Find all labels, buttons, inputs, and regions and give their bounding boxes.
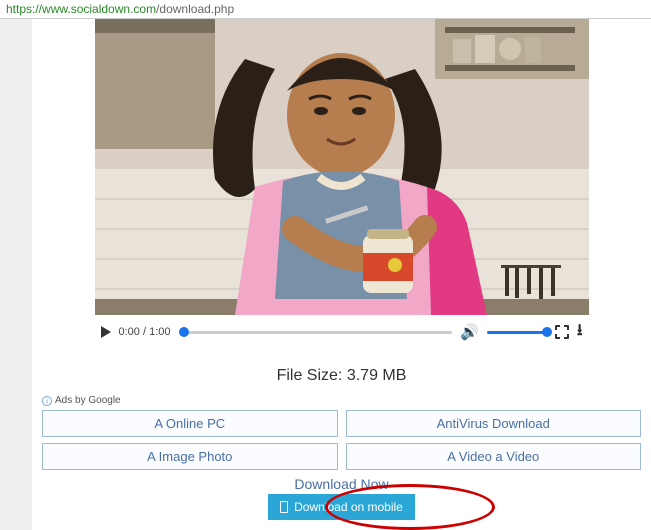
- download-now-link[interactable]: Download Now: [32, 476, 651, 492]
- time-display: 0:00 / 1:00: [119, 326, 171, 338]
- page-outer: 0:00 / 1:00 🔊 ⭳ File Size: 3.79 MB i Ads…: [0, 19, 651, 530]
- seek-bar[interactable]: [179, 331, 453, 334]
- download-icon[interactable]: ⭳: [577, 319, 583, 346]
- ad-button-grid: A Online PC AntiVirus Download A Image P…: [32, 410, 651, 470]
- ad-button-video[interactable]: A Video a Video: [346, 443, 642, 470]
- volume-icon[interactable]: 🔊: [460, 323, 479, 341]
- mobile-button-label: Download on mobile: [294, 500, 403, 514]
- video-controls: 0:00 / 1:00 🔊 ⭳: [95, 315, 589, 349]
- ad-button-image-photo[interactable]: A Image Photo: [42, 443, 338, 470]
- ads-by-google-label: i Ads by Google: [32, 395, 651, 406]
- duration: 1:00: [149, 326, 170, 338]
- video-player: 0:00 / 1:00 🔊 ⭳: [95, 19, 589, 349]
- fullscreen-icon[interactable]: [555, 325, 569, 339]
- mobile-button-area: Download on mobile: [32, 494, 651, 520]
- ad-button-antivirus[interactable]: AntiVirus Download: [346, 410, 642, 437]
- play-icon[interactable]: [101, 326, 111, 338]
- info-icon: i: [42, 396, 52, 406]
- ad-button-online-pc[interactable]: A Online PC: [42, 410, 338, 437]
- current-time: 0:00: [119, 326, 140, 338]
- url-host: www.socialdown.com: [42, 2, 156, 16]
- ads-label-text: Ads by Google: [55, 395, 121, 406]
- url-protocol: https://: [6, 2, 42, 16]
- main-content: 0:00 / 1:00 🔊 ⭳ File Size: 3.79 MB i Ads…: [32, 19, 651, 530]
- download-on-mobile-button[interactable]: Download on mobile: [268, 494, 415, 520]
- phone-icon: [280, 501, 288, 513]
- file-size-label: File Size: 3.79 MB: [32, 367, 651, 385]
- left-gutter: [0, 19, 32, 530]
- seek-thumb[interactable]: [179, 327, 189, 337]
- address-bar[interactable]: https://www.socialdown.com/download.php: [0, 0, 651, 19]
- volume-thumb[interactable]: [542, 327, 552, 337]
- url-path: /download.php: [156, 2, 234, 16]
- volume-bar[interactable]: [487, 331, 547, 334]
- video-thumbnail[interactable]: [95, 19, 589, 315]
